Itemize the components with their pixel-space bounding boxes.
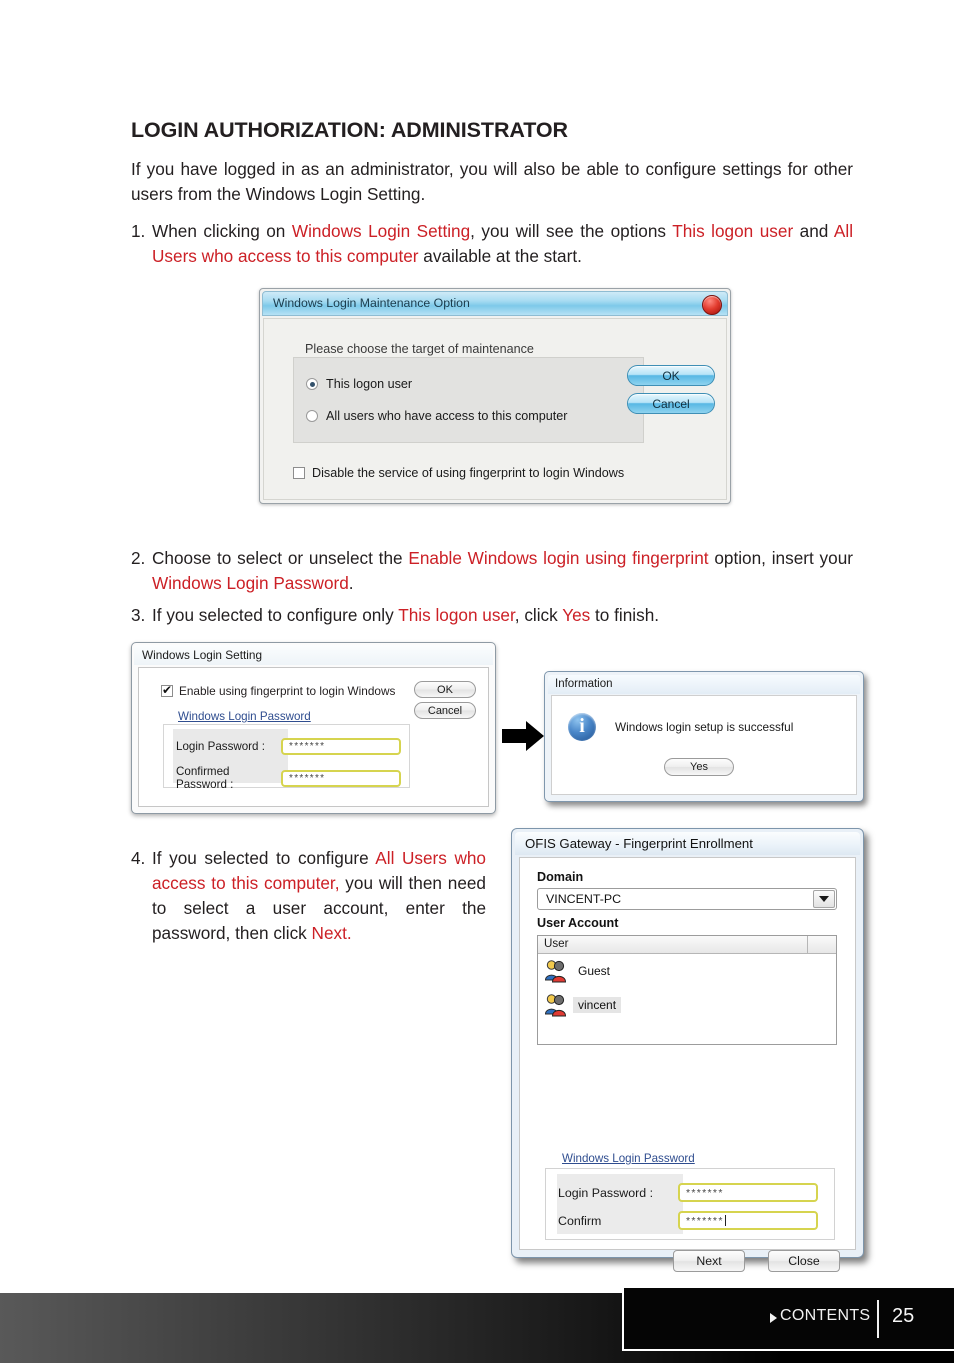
close-icon[interactable] <box>702 295 722 315</box>
login-password-input[interactable]: ******* <box>281 738 401 755</box>
checkbox-icon[interactable] <box>161 683 173 697</box>
confirm-password-input[interactable]: ******* <box>678 1211 818 1230</box>
dialog-titlebar: OFIS Gateway - Fingerprint Enrollment <box>515 832 860 855</box>
radio-icon[interactable] <box>306 410 318 422</box>
domain-select[interactable]: VINCENT-PC <box>537 888 837 910</box>
radio-label: All users who have access to this comput… <box>326 409 568 423</box>
user-list-header: User <box>538 936 836 954</box>
ofis-gateway-fingerprint-enrollment-dialog[interactable]: OFIS Gateway - Fingerprint Enrollment Do… <box>511 828 864 1272</box>
content-column: LOGIN AUTHORIZATION: ADMINISTRATOR If yo… <box>131 118 853 276</box>
dialog-title: Information <box>555 678 613 690</box>
step-2-number: 2. <box>131 548 146 568</box>
yes-button[interactable]: Yes <box>664 758 734 776</box>
radio-label: This logon user <box>326 377 413 391</box>
page-title: LOGIN AUTHORIZATION: ADMINISTRATOR <box>131 118 568 142</box>
right-arrow-icon <box>500 718 546 754</box>
maintenance-prompt: Please choose the target of maintenance <box>305 342 534 356</box>
intro-paragraph: If you have logged in as an administrato… <box>131 159 853 204</box>
step-4-text: If you selected to configure All Users w… <box>152 848 486 943</box>
dialog-body: Please choose the target of maintenance … <box>263 318 727 500</box>
column-divider <box>807 936 808 953</box>
windows-login-setting-dialog[interactable]: Windows Login Setting Enable using finge… <box>131 642 496 814</box>
users-icon <box>543 958 570 985</box>
content-column-lower: 4. If you selected to configure All User… <box>131 846 486 953</box>
step-3: 3. If you selected to configure only Thi… <box>131 603 853 628</box>
domain-selected-value: VINCENT-PC <box>546 892 622 906</box>
users-icon <box>543 992 570 1019</box>
next-button[interactable]: Next <box>673 1250 745 1272</box>
password-group: Login Password : ******* Confirm ******* <box>545 1168 835 1240</box>
step-4: 4. If you selected to configure All User… <box>131 846 486 946</box>
confirm-password-value: ******* <box>686 1214 724 1227</box>
radio-this-logon-user[interactable]: This logon user <box>306 377 412 391</box>
footer-divider <box>877 1300 879 1338</box>
user-account-label: User Account <box>537 916 619 930</box>
text-caret <box>724 1215 726 1226</box>
list-item[interactable]: Guest <box>538 954 836 988</box>
radio-icon[interactable] <box>306 378 318 390</box>
confirmed-password-label: Confirmed Password : <box>176 765 234 791</box>
dialog-titlebar: Information <box>548 675 860 694</box>
windows-login-password-link[interactable]: Windows Login Password <box>562 1152 695 1165</box>
information-message: Windows login setup is successful <box>615 720 794 734</box>
dialog-title: Windows Login Maintenance Option <box>273 296 470 310</box>
step-1: 1. When clicking on Windows Login Settin… <box>131 219 853 269</box>
login-password-row: Login Password : ******* <box>558 1183 818 1202</box>
domain-label: Domain <box>537 870 584 884</box>
ok-button[interactable]: OK <box>414 681 476 698</box>
user-name: vincent <box>573 997 622 1013</box>
login-password-row: Login Password : ******* <box>176 738 401 755</box>
step-3-number: 3. <box>131 605 146 625</box>
user-column-header: User <box>544 937 569 950</box>
dialog-title: OFIS Gateway - Fingerprint Enrollment <box>525 836 753 851</box>
disable-service-checkbox-row[interactable]: Disable the service of using fingerprint… <box>293 466 624 480</box>
cancel-button[interactable]: Cancel <box>414 702 476 719</box>
info-icon <box>568 713 596 741</box>
confirmed-password-input[interactable]: ******* <box>281 769 401 787</box>
step-3-text: If you selected to configure only This l… <box>152 605 660 625</box>
document-page: LOGIN AUTHORIZATION: ADMINISTRATOR If yo… <box>0 0 954 1363</box>
triangle-right-icon <box>770 1313 777 1323</box>
checkbox-label: Disable the service of using fingerprint… <box>312 466 625 480</box>
information-dialog[interactable]: Information Windows login setup is succe… <box>544 671 864 802</box>
confirm-password-row: Confirm ******* <box>558 1211 818 1230</box>
user-name: Guest <box>578 964 611 978</box>
login-password-label: Login Password : <box>176 740 265 753</box>
confirm-password-label: Confirm <box>558 1213 602 1228</box>
step-1-text: When clicking on Windows Login Setting, … <box>152 221 854 266</box>
step-2: 2. Choose to select or unselect the Enab… <box>131 546 853 596</box>
radio-all-users[interactable]: All users who have access to this comput… <box>306 409 568 423</box>
user-list[interactable]: User Guest vincent <box>537 935 837 1045</box>
contents-link[interactable]: CONTENTS <box>780 1307 870 1325</box>
dialog-body: Domain VINCENT-PC User Account User Gues… <box>519 857 856 1272</box>
content-column-middle: 2. Choose to select or unselect the Enab… <box>131 546 853 635</box>
confirmed-password-row: Confirmed Password : ******* <box>176 765 401 791</box>
dialog-titlebar: Windows Login Maintenance Option <box>262 291 728 316</box>
page-number: 25 <box>892 1305 915 1327</box>
dialog-body: Enable using fingerprint to login Window… <box>138 667 489 807</box>
cancel-button[interactable]: Cancel <box>627 393 715 414</box>
list-item[interactable]: vincent <box>538 988 836 1022</box>
windows-login-password-link[interactable]: Windows Login Password <box>178 710 311 723</box>
maintenance-options-group: This logon user All users who have acces… <box>293 357 644 443</box>
password-group: Login Password : ******* Confirmed Passw… <box>163 724 410 791</box>
dialog-body: Windows login setup is successful Yes <box>551 695 857 795</box>
chevron-down-icon[interactable] <box>813 890 835 908</box>
close-button[interactable]: Close <box>768 1250 840 1272</box>
step-1-number: 1. <box>131 221 146 241</box>
dialog-title: Windows Login Setting <box>142 648 263 662</box>
ok-button[interactable]: OK <box>627 365 715 386</box>
footer-contents-box[interactable]: CONTENTS 25 <box>622 1286 954 1351</box>
enable-fingerprint-checkbox-row[interactable]: Enable using fingerprint to login Window… <box>161 683 396 698</box>
step-4-number: 4. <box>131 848 146 868</box>
login-password-input[interactable]: ******* <box>678 1183 818 1202</box>
checkbox-label: Enable using fingerprint to login Window… <box>179 684 396 698</box>
windows-login-maintenance-option-dialog[interactable]: Windows Login Maintenance Option Please … <box>259 288 731 504</box>
step-2-text: Choose to select or unselect the Enable … <box>152 548 853 593</box>
checkbox-icon[interactable] <box>293 467 305 479</box>
dialog-titlebar: Windows Login Setting <box>134 645 493 665</box>
login-password-label: Login Password : <box>558 1185 654 1200</box>
